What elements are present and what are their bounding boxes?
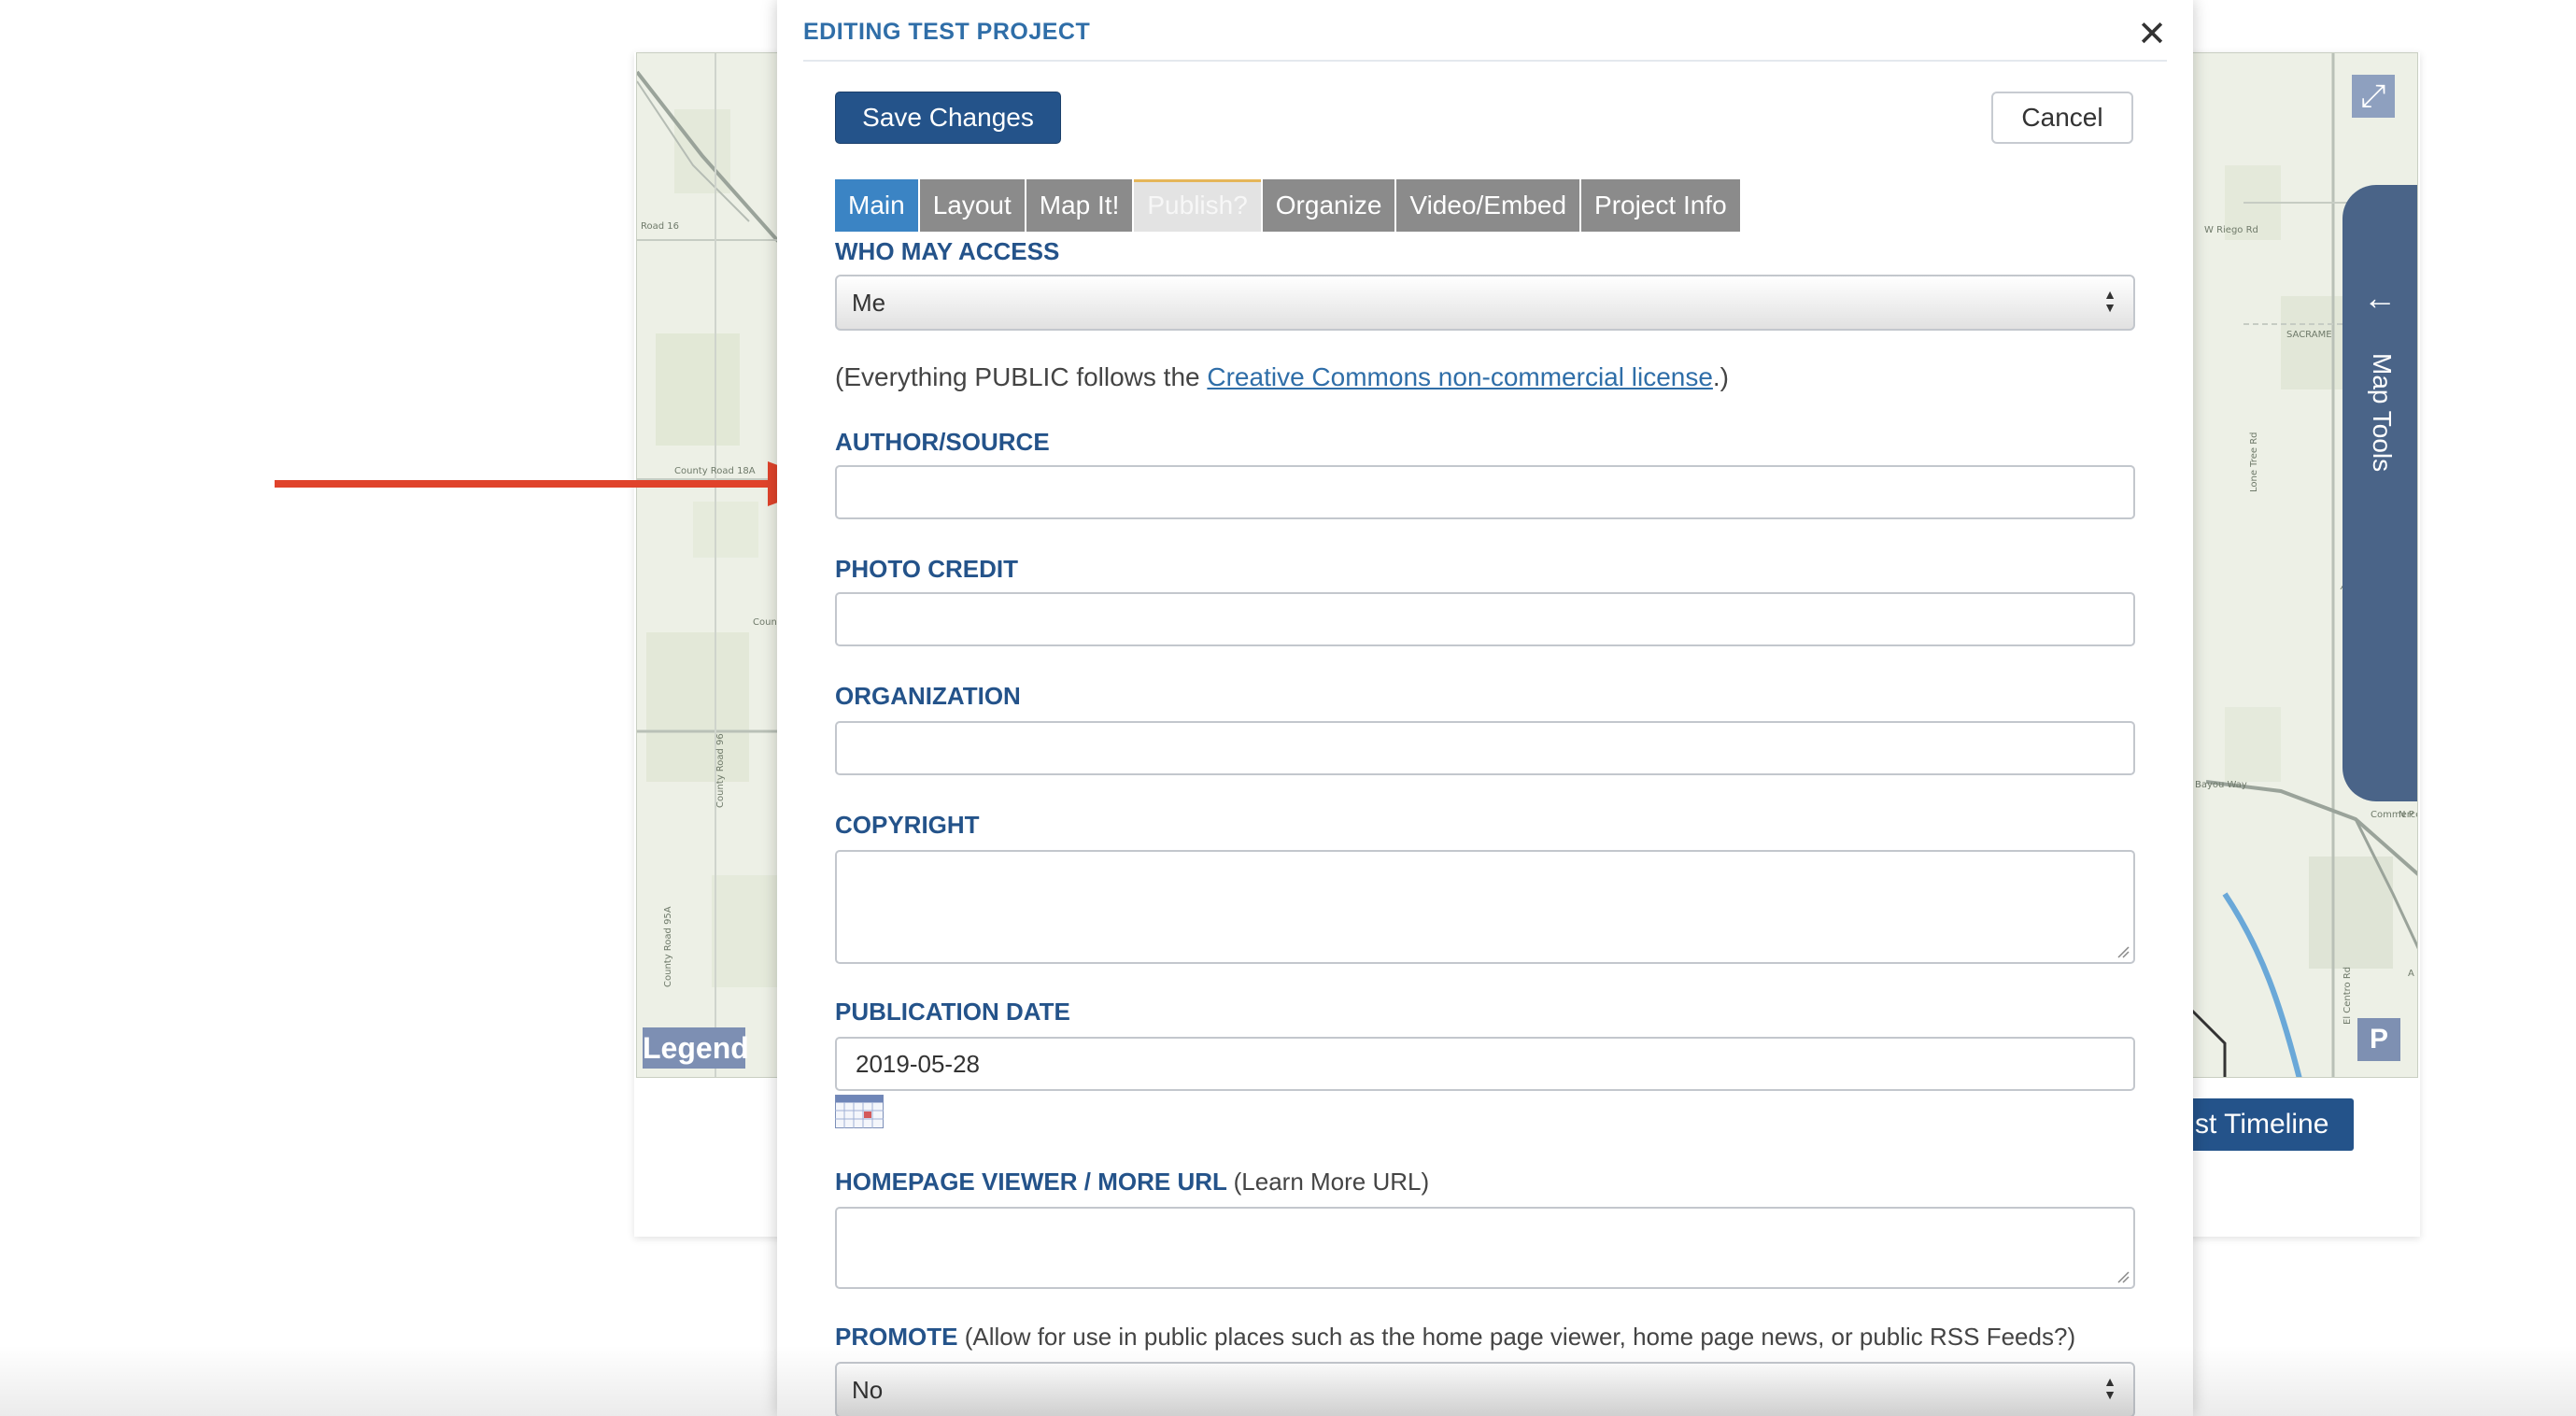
photo-credit-input[interactable] [835,592,2135,646]
tab-main[interactable]: Main [835,179,918,232]
close-icon[interactable]: ✕ [2137,13,2167,55]
license-suffix: .) [1712,362,1730,391]
copyright-label: COPYRIGHT [835,811,980,839]
map-label: SACRAME [2286,330,2332,340]
map-label: Lone Tree Rd [2249,432,2259,493]
who-may-access-select[interactable]: Me ▲ ▼ [835,275,2135,331]
map-label: County Road 95A [663,906,673,987]
who-may-access-value: Me [852,289,886,317]
edit-project-modal: EDITING TEST PROJECT ✕ Save Changes Canc… [777,0,2193,1416]
map-label: Bayou Way [2195,780,2247,790]
legend-button[interactable]: Legend [643,1027,749,1069]
homepage-viewer-note: (Learn More URL) [1233,1168,1430,1196]
homepage-viewer-label: HOMEPAGE VIEWER / MORE URL (Learn More U… [835,1168,1429,1197]
tab-publish[interactable]: Publish? [1134,179,1261,232]
creative-commons-link[interactable]: Creative Commons non-commercial license [1207,362,1713,391]
promote-label: PROMOTE (Allow for use in public places … [835,1323,2075,1352]
save-changes-button[interactable]: Save Changes [835,92,1061,144]
tab-layout[interactable]: Layout [919,179,1025,232]
parking-button[interactable]: P [2357,1018,2400,1061]
tab-video-embed[interactable]: Video/Embed [1396,179,1580,232]
publication-date-label: PUBLICATION DATE [835,998,1070,1026]
who-may-access-label: WHO MAY ACCESS [835,237,1060,265]
map-label: A [2408,969,2414,979]
license-prefix: (Everything PUBLIC follows the [835,362,1208,391]
organization-label: ORGANIZATION [835,682,1021,710]
promote-value: No [852,1376,884,1404]
photo-credit-label: PHOTO CREDIT [835,555,1018,583]
tab-bar: Main Layout Map It! Publish? Organize Vi… [835,179,1742,232]
license-note: (Everything PUBLIC follows the Creative … [835,362,1729,392]
tab-map-it[interactable]: Map It! [1026,179,1133,232]
map-tools-label: Map Tools [2368,353,2397,473]
modal-header: EDITING TEST PROJECT ✕ [803,15,2167,62]
author-source-label: AUTHOR/SOURCE [835,428,1050,456]
modal-title: EDITING TEST PROJECT [803,19,1091,45]
map-tools-panel[interactable]: ← Map Tools [2342,185,2417,801]
publication-date-input[interactable]: 2019-05-28 [835,1037,2135,1091]
resize-grip-icon[interactable] [2116,945,2130,958]
annotation-arrow-icon [275,461,828,506]
calendar-icon[interactable] [835,1095,884,1128]
copyright-textarea[interactable] [835,850,2135,964]
arrow-left-icon: ← [2363,278,2397,317]
homepage-viewer-label-text: HOMEPAGE VIEWER / MORE URL [835,1168,1227,1196]
map-label: County Road 96 [715,733,726,808]
map-label: W Riego Rd [2204,225,2258,235]
promote-select[interactable]: No ▲ ▼ [835,1362,2135,1416]
timeline-button[interactable]: st Timeline [2167,1098,2354,1151]
expand-icon[interactable]: ⤢ [2352,75,2395,118]
map-label: N P [2399,810,2414,820]
organization-input[interactable] [835,721,2135,775]
select-caret-icon: ▲ ▼ [2103,287,2116,315]
select-caret-icon: ▲ ▼ [2103,1374,2116,1402]
resize-grip-icon[interactable] [2116,1270,2130,1283]
tab-organize[interactable]: Organize [1262,179,1395,232]
map-label: Road 16 [641,221,679,232]
promote-label-text: PROMOTE [835,1323,958,1351]
tab-project-info[interactable]: Project Info [1581,179,1740,232]
map-label: El Centro Rd [2342,966,2353,1025]
author-source-input[interactable] [835,465,2135,519]
cancel-button[interactable]: Cancel [1991,92,2133,144]
promote-note: (Allow for use in public places such as … [964,1323,2076,1351]
homepage-viewer-textarea[interactable] [835,1207,2135,1289]
